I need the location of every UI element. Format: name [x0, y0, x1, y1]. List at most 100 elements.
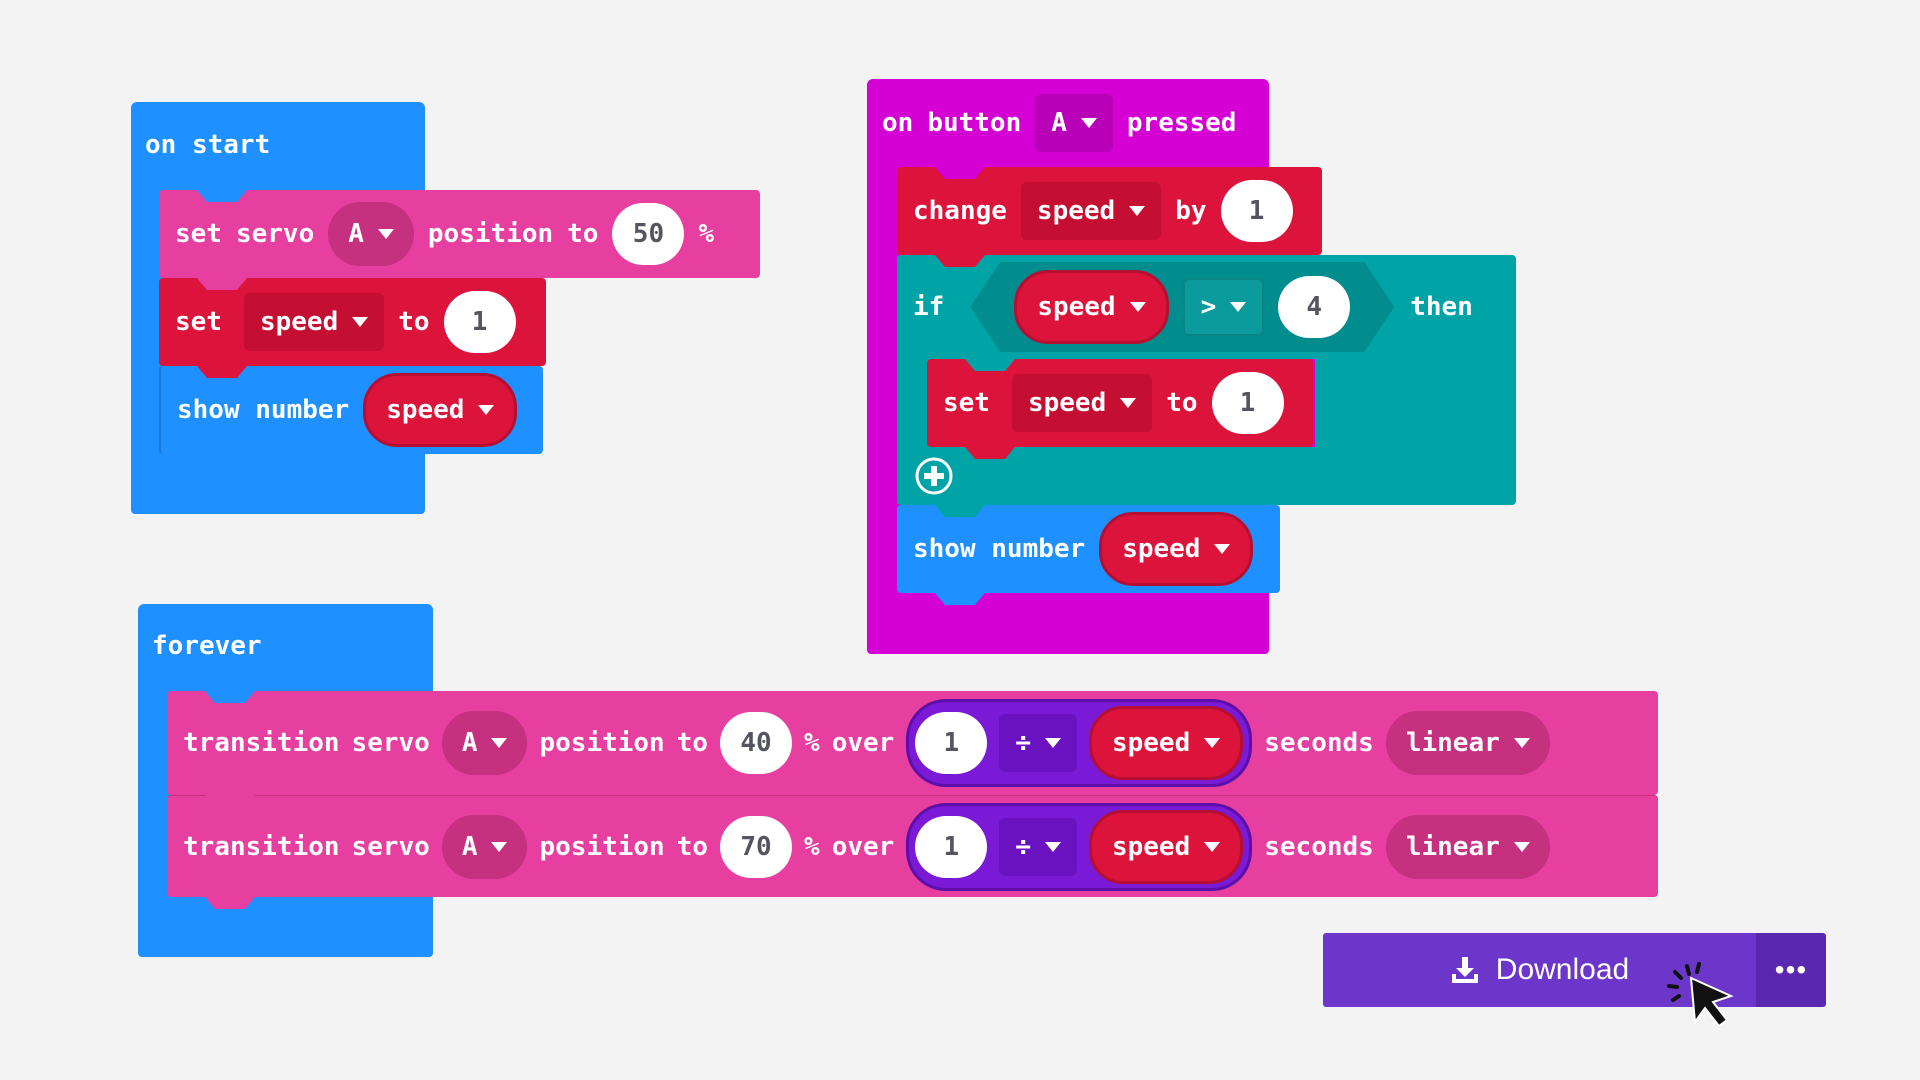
variable-name: speed [386, 395, 465, 425]
servo-pin-value: A [348, 219, 364, 249]
show-number-block[interactable]: show number speed [159, 366, 543, 466]
servo-position-input[interactable]: 40 [720, 712, 793, 774]
speed-value-input[interactable]: 1 [1211, 372, 1284, 434]
dividend-input[interactable]: 1 [915, 815, 988, 878]
show-number-label: show number [913, 534, 1086, 564]
chevron-down-icon [1129, 206, 1146, 216]
servo-word: servo [235, 219, 315, 249]
if-header-row: if speed > 4 then [897, 255, 1516, 359]
variable-dropdown[interactable]: speed [1020, 182, 1162, 240]
on-word: on [882, 108, 914, 138]
download-button-group: Download ••• [1323, 933, 1826, 1007]
button-word: button [927, 108, 1022, 138]
show-number-block[interactable]: show number speed [897, 505, 1280, 605]
more-options-button[interactable]: ••• [1756, 933, 1826, 1007]
variable-name: speed [1027, 388, 1107, 418]
variable-reporter[interactable]: speed [1088, 809, 1244, 884]
variable-reporter[interactable]: speed [1099, 512, 1254, 586]
to-word: to [676, 831, 709, 862]
easing-value: linear [1405, 831, 1500, 862]
set-servo-block[interactable]: set servo A position to 50 % [159, 190, 760, 290]
variable-reporter[interactable]: speed [1014, 270, 1168, 344]
pressed-word: pressed [1126, 108, 1237, 138]
chevron-down-icon [491, 841, 508, 852]
blocks-workspace[interactable]: on start set servo A position to 50 % se… [0, 0, 1920, 1080]
variable-reporter[interactable]: speed [363, 373, 518, 447]
servo-pin-value: A [461, 831, 478, 862]
servo-position-input[interactable]: 70 [720, 815, 793, 878]
to-word: to [398, 307, 430, 337]
variable-reporter[interactable]: speed [1088, 706, 1244, 780]
change-speed-block[interactable]: change speed by 1 [897, 167, 1322, 267]
servo-pin-dropdown[interactable]: A [328, 202, 414, 266]
set-speed-block[interactable]: set speed to 1 [159, 278, 546, 378]
variable-name: speed [1122, 534, 1201, 564]
set-word: set [175, 307, 222, 337]
math-operator-dropdown[interactable]: ÷ [999, 817, 1077, 876]
speed-value-input[interactable]: 1 [443, 291, 516, 353]
servo-pin-dropdown[interactable]: A [441, 711, 528, 775]
servo-word: servo [351, 831, 430, 862]
change-amount-input[interactable]: 1 [1220, 180, 1293, 242]
easing-dropdown[interactable]: linear [1385, 711, 1550, 775]
button-dropdown[interactable]: A [1035, 94, 1113, 152]
servo-word: servo [351, 728, 430, 758]
pointer-cursor-icon [1665, 960, 1745, 1030]
set-word: set [943, 388, 990, 418]
compare-value-input[interactable]: 4 [1278, 276, 1350, 338]
chevron-down-icon [1214, 544, 1231, 554]
on-start-title: on start [145, 130, 271, 160]
chevron-down-icon [1044, 738, 1061, 748]
variable-name: speed [1037, 292, 1116, 322]
transition-word: transition [183, 831, 340, 862]
variable-name: speed [259, 307, 339, 337]
easing-value: linear [1405, 728, 1500, 758]
over-word: over [831, 728, 895, 758]
math-operator-dropdown[interactable]: ÷ [999, 714, 1077, 772]
division-block[interactable]: 1 ÷ speed [906, 802, 1253, 891]
to-word: to [567, 219, 599, 249]
by-word: by [1175, 196, 1207, 226]
forever-title: forever [152, 631, 262, 661]
download-icon [1450, 955, 1480, 985]
operator-value: ÷ [1015, 831, 1031, 862]
transition-servo-block[interactable]: transition servo A position to 70 % over… [167, 795, 1658, 909]
on-start-label-row: on start [145, 105, 270, 185]
chevron-down-icon [1130, 302, 1146, 312]
transition-word: transition [183, 728, 340, 758]
button-value: A [1051, 108, 1067, 138]
percent-unit: % [698, 219, 715, 249]
chevron-down-icon [352, 317, 369, 327]
chevron-down-icon [1513, 841, 1530, 852]
nested-set-speed-block[interactable]: set speed to 1 [927, 359, 1313, 459]
servo-pin-value: A [461, 728, 478, 758]
servo-pin-dropdown[interactable]: A [441, 814, 528, 879]
over-word: over [831, 831, 895, 862]
variable-name: speed [1111, 728, 1191, 758]
division-block[interactable]: 1 ÷ speed [906, 699, 1253, 787]
transition-servo-block[interactable]: transition servo A position to 40 % over… [167, 691, 1658, 807]
to-word: to [676, 728, 709, 758]
variable-dropdown[interactable]: speed [1011, 374, 1153, 432]
plus-circle-icon[interactable] [914, 456, 954, 496]
chevron-down-icon [1204, 841, 1221, 852]
position-word: position [539, 728, 665, 758]
servo-position-input[interactable]: 50 [612, 203, 685, 265]
set-word: set [175, 219, 222, 249]
chevron-down-icon [1230, 302, 1246, 312]
operator-dropdown[interactable]: > [1183, 278, 1265, 336]
variable-dropdown[interactable]: speed [243, 293, 385, 351]
variable-name: speed [1036, 196, 1116, 226]
operator-value: > [1200, 292, 1217, 322]
position-word: position [539, 831, 665, 862]
comparison-block[interactable]: speed > 4 [970, 262, 1394, 352]
chevron-down-icon [1080, 118, 1097, 128]
percent-unit: % [804, 831, 820, 862]
chevron-down-icon [1513, 738, 1530, 748]
chevron-down-icon [478, 405, 495, 415]
change-word: change [913, 196, 1007, 226]
easing-dropdown[interactable]: linear [1385, 814, 1550, 879]
dividend-input[interactable]: 1 [915, 712, 988, 774]
download-label: Download [1495, 953, 1630, 986]
chevron-down-icon [377, 229, 394, 239]
